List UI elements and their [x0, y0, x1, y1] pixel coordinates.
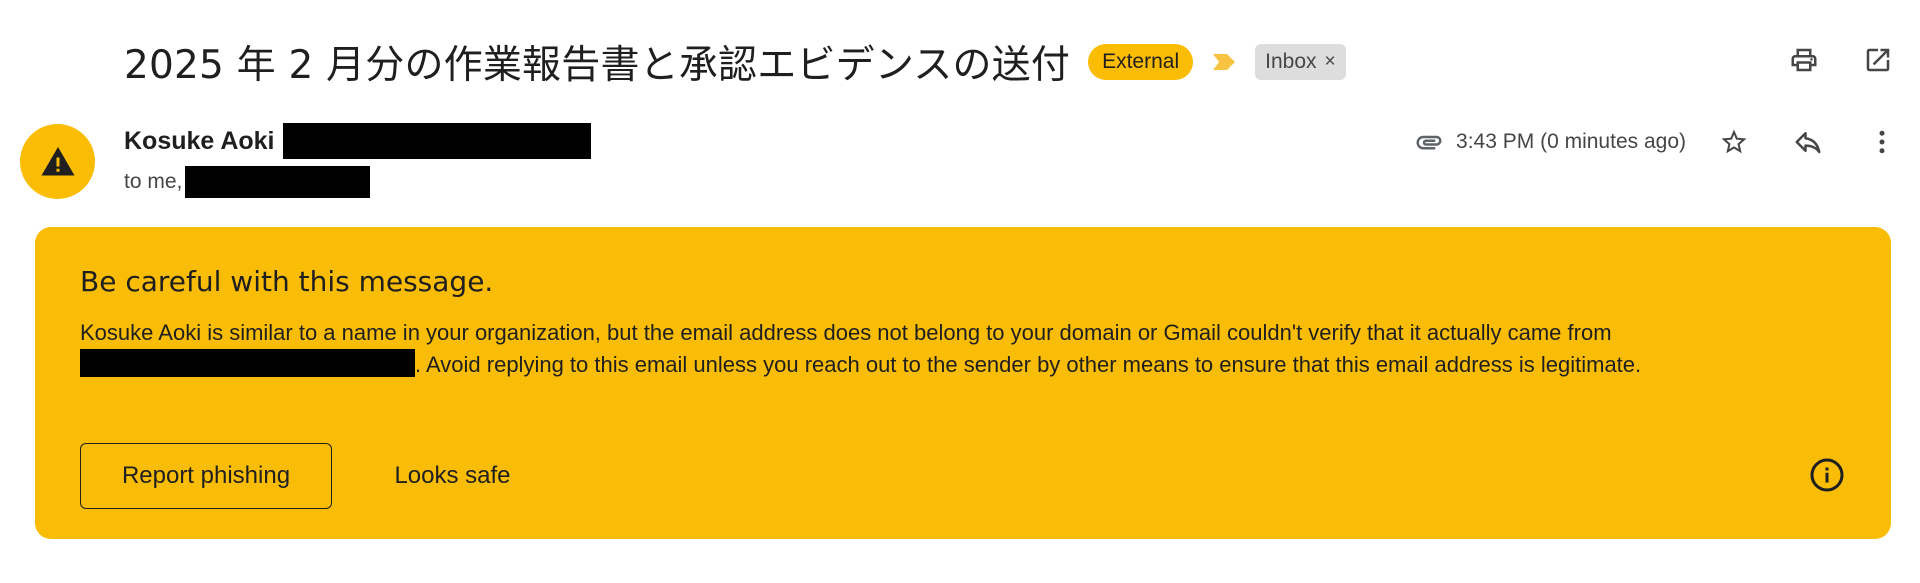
phishing-warning-banner: Be careful with this message. Kosuke Aok…: [35, 227, 1891, 539]
redacted-sender-address: [80, 349, 415, 377]
email-view: 2025 年 2 月分の作業報告書と承認エビデンスの送付 External In…: [0, 0, 1920, 583]
warning-body-text-2: . Avoid replying to this email unless yo…: [415, 352, 1642, 377]
important-marker-icon[interactable]: [1211, 52, 1237, 72]
print-button[interactable]: [1782, 38, 1826, 82]
reply-icon: [1795, 132, 1821, 154]
top-actions: [1782, 38, 1900, 82]
info-icon: [1810, 458, 1844, 492]
more-options-button[interactable]: [1860, 120, 1904, 164]
inbox-label-text: Inbox: [1265, 50, 1317, 73]
reply-button[interactable]: [1786, 120, 1830, 164]
report-phishing-button[interactable]: Report phishing: [80, 443, 332, 509]
sender-row: Kosuke Aoki: [124, 123, 591, 159]
redacted-sender-email: [282, 123, 591, 159]
warning-triangle-icon: [41, 146, 74, 175]
external-label[interactable]: External: [1088, 44, 1194, 80]
message-timestamp[interactable]: 3:43 PM (0 minutes ago): [1456, 130, 1686, 154]
message-meta: 3:43 PM (0 minutes ago): [1414, 122, 1904, 162]
more-vertical-icon: [1879, 130, 1885, 154]
inbox-label[interactable]: Inbox ×: [1255, 44, 1346, 80]
star-button[interactable]: [1712, 120, 1756, 164]
sender-name[interactable]: Kosuke Aoki: [124, 127, 275, 156]
star-icon: [1721, 129, 1747, 154]
sender-avatar[interactable]: [20, 124, 95, 199]
subject-row: 2025 年 2 月分の作業報告書と承認エビデンスの送付 External In…: [124, 34, 1346, 90]
looks-safe-button[interactable]: Looks safe: [370, 443, 535, 509]
email-subject: 2025 年 2 月分の作業報告書と承認エビデンスの送付: [124, 43, 1071, 88]
open-in-new-icon: [1866, 48, 1890, 72]
remove-label-icon[interactable]: ×: [1325, 50, 1336, 74]
print-icon: [1791, 48, 1817, 72]
warning-title: Be careful with this message.: [80, 265, 494, 298]
recipients-row[interactable]: to me,: [124, 166, 371, 198]
open-in-new-window-button[interactable]: [1856, 38, 1900, 82]
paperclip-icon: [1414, 127, 1444, 157]
warning-body: Kosuke Aoki is similar to a name in your…: [80, 317, 1850, 381]
redacted-recipients: [185, 166, 371, 198]
recipients-prefix: to me,: [124, 170, 183, 193]
info-button[interactable]: [1809, 457, 1845, 493]
warning-body-text-1: Kosuke Aoki is similar to a name in your…: [80, 320, 1612, 345]
